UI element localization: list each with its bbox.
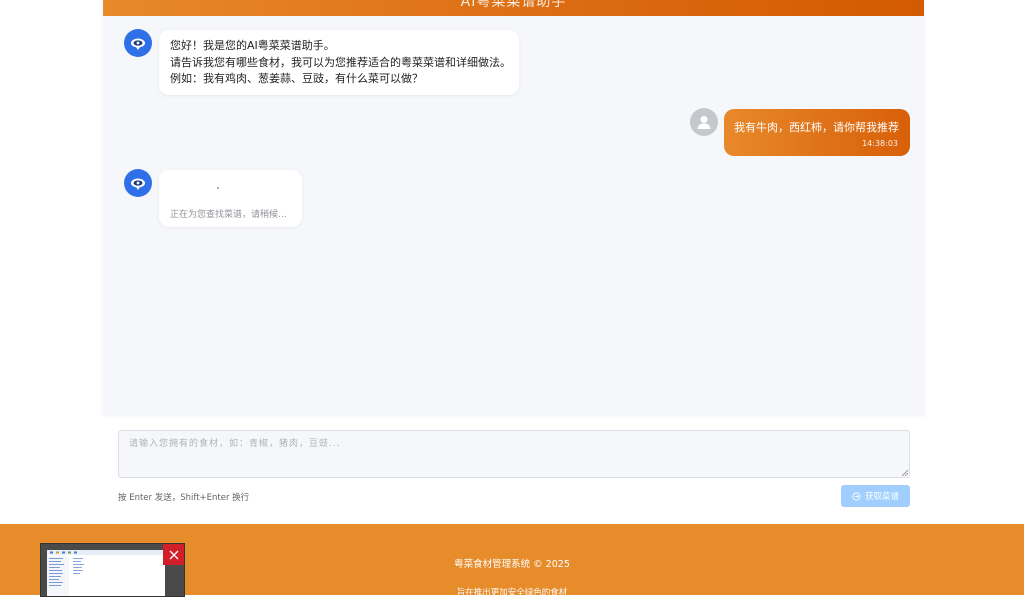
user-message-text: 我有牛肉，西红柿，请你帮我推荐 — [734, 121, 899, 134]
user-avatar-icon — [697, 116, 711, 129]
welcome-line-3: 例如：我有鸡肉、葱姜蒜、豆豉，有什么菜可以做？ — [170, 72, 423, 85]
thumbnail-close-button[interactable] — [163, 544, 184, 565]
chat-title: AI粤菜菜谱助手 — [460, 0, 567, 10]
get-recipe-button[interactable]: 获取菜谱 — [841, 485, 910, 507]
welcome-line-1: 您好！我是您的AI粤菜菜谱助手。 — [170, 39, 335, 52]
typing-indicator — [217, 187, 219, 189]
chat-panel: AI粤菜菜谱助手 您好！我是您的AI粤菜菜谱助手。 请告诉我您有哪些食材，我可以… — [103, 0, 924, 415]
welcome-line-2: 请告诉我您有哪些食材，我可以为您推荐适合的粤菜菜谱和详细做法。 — [170, 55, 511, 69]
user-message: 我有牛肉，西红柿，请你帮我推荐 14:38:03 — [724, 109, 910, 156]
send-icon — [852, 491, 861, 501]
message-timestamp: 14:38:03 — [862, 139, 898, 148]
window-preview-thumbnail[interactable] — [40, 543, 185, 597]
resize-handle-icon[interactable] — [902, 470, 908, 476]
thumbnail-content — [47, 550, 165, 596]
bot-avatar — [124, 29, 152, 57]
chat-header: AI粤菜菜谱助手 — [103, 0, 924, 16]
robot-avatar-icon — [131, 38, 145, 50]
get-recipe-label: 获取菜谱 — [864, 492, 899, 502]
close-icon — [169, 550, 178, 559]
thumbnail-screenshot — [47, 550, 165, 596]
message-input[interactable] — [118, 430, 910, 478]
loading-text: 正在为您查找菜谱，请稍候... — [170, 210, 287, 220]
bot-message-welcome: 您好！我是您的AI粤菜菜谱助手。 请告诉我您有哪些食材，我可以为您推荐适合的粤菜… — [159, 30, 519, 95]
robot-avatar-icon — [131, 178, 145, 190]
message-input-wrapper — [118, 430, 910, 478]
bot-avatar — [124, 169, 152, 197]
bot-message-loading: 正在为您查找菜谱，请稍候... — [159, 170, 302, 227]
user-avatar — [690, 108, 718, 136]
input-hint: 按 Enter 发送，Shift+Enter 换行 — [118, 493, 250, 503]
